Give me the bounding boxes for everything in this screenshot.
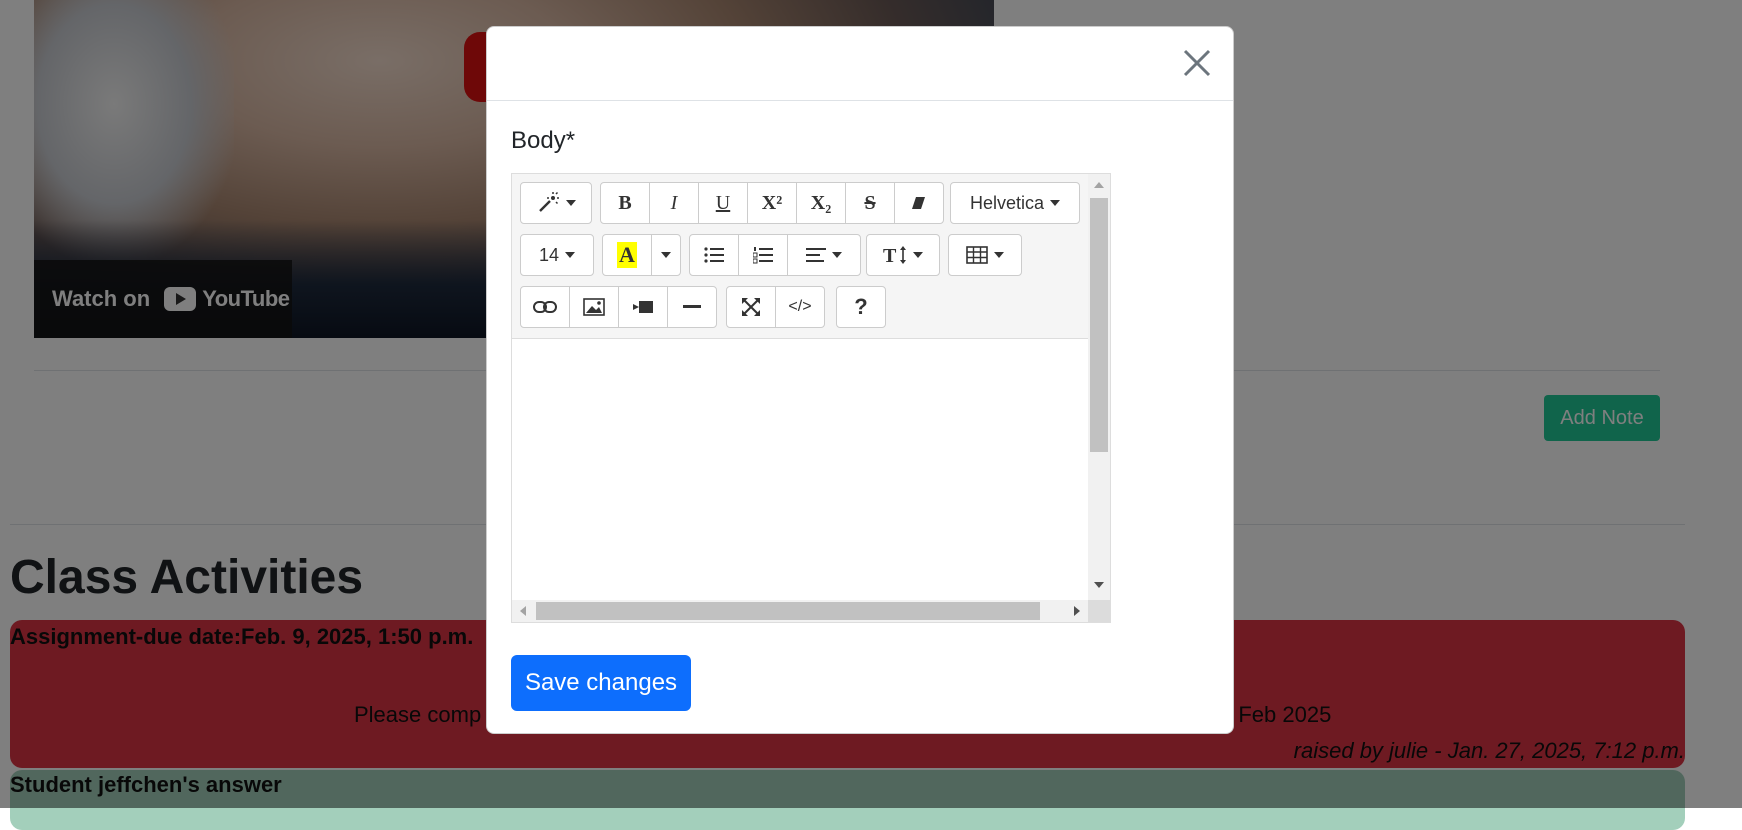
modal-body: Body* [511, 127, 575, 155]
insert-picture-button[interactable] [569, 286, 619, 328]
style-dropdown[interactable] [520, 182, 592, 224]
chevron-down-icon [661, 252, 671, 258]
color-dropdown-button[interactable] [651, 234, 681, 276]
underline-button[interactable]: U [698, 182, 748, 224]
bullet-list-icon [704, 247, 724, 263]
chevron-down-icon [565, 252, 576, 258]
font-name-group: Helvetica [950, 182, 1080, 224]
style-group [520, 182, 592, 224]
text-height-icon: T [883, 245, 906, 265]
video-icon [633, 301, 653, 313]
view-group: </> [726, 286, 825, 328]
eraser-icon [912, 197, 925, 209]
scroll-right-icon[interactable] [1074, 606, 1080, 616]
subscript-button[interactable]: X₂ [796, 182, 846, 224]
chevron-down-icon [994, 252, 1004, 258]
table-icon [966, 246, 988, 264]
editor-content-area[interactable] [512, 339, 1090, 599]
help-group: ? [836, 286, 886, 328]
vertical-scrollbar[interactable] [1088, 174, 1110, 600]
fullscreen-button[interactable] [726, 286, 776, 328]
magic-wand-icon [539, 191, 559, 212]
strikethrough-button[interactable]: S [845, 182, 895, 224]
close-button[interactable] [1179, 45, 1215, 81]
scrollbar-corner [1088, 600, 1110, 622]
svg-text:T: T [883, 245, 897, 265]
paragraph-group [689, 234, 861, 276]
chevron-down-icon [832, 252, 842, 258]
italic-button[interactable]: I [649, 182, 699, 224]
line-height-dropdown[interactable]: T [866, 234, 940, 276]
align-left-icon [806, 248, 826, 262]
image-icon [583, 298, 605, 316]
close-icon [1183, 49, 1211, 77]
chevron-down-icon [1050, 200, 1061, 206]
chevron-down-icon [913, 252, 923, 258]
help-button[interactable]: ? [836, 286, 886, 328]
table-group [948, 234, 1022, 276]
scroll-down-icon[interactable] [1094, 582, 1104, 588]
scrollbar-thumb[interactable] [1090, 198, 1108, 452]
table-dropdown[interactable] [948, 234, 1022, 276]
font-size-group: 14 [520, 234, 594, 276]
font-size-dropdown[interactable]: 14 [520, 234, 594, 276]
link-icon [533, 301, 557, 313]
edit-note-modal: Body* B I U X² X₂ S Helvetica 14 A T </>… [486, 26, 1234, 734]
horizontal-rule-button[interactable] [667, 286, 717, 328]
superscript-button[interactable]: X² [747, 182, 797, 224]
paragraph-align-dropdown[interactable] [787, 234, 861, 276]
font-format-group: B I U X² X₂ S [600, 182, 944, 224]
rich-text-editor: B I U X² X₂ S Helvetica 14 A T </> ? [511, 173, 1111, 623]
scroll-up-icon[interactable] [1094, 182, 1104, 188]
modal-header [487, 27, 1233, 101]
insert-video-button[interactable] [618, 286, 668, 328]
font-name-label: Helvetica [969, 192, 1045, 213]
numbered-list-icon [753, 247, 773, 264]
highlight-color-button[interactable]: A [602, 234, 652, 276]
chevron-down-icon [566, 200, 576, 206]
font-name-dropdown[interactable]: Helvetica [950, 182, 1080, 224]
horizontal-scrollbar[interactable] [512, 600, 1090, 622]
code-view-button[interactable]: </> [775, 286, 825, 328]
line-height-group: T [866, 234, 940, 276]
insert-link-button[interactable] [520, 286, 570, 328]
text-color-icon: A [617, 242, 637, 268]
body-field-label: Body* [511, 127, 576, 154]
expand-icon [742, 298, 760, 316]
bold-button[interactable]: B [600, 182, 650, 224]
page: Watch on YouTube Add Note Class Activiti… [0, 0, 1742, 830]
ordered-list-button[interactable] [738, 234, 788, 276]
unordered-list-button[interactable] [689, 234, 739, 276]
scrollbar-thumb[interactable] [536, 602, 1040, 620]
clear-format-button[interactable] [894, 182, 944, 224]
editor-toolbar: B I U X² X₂ S Helvetica 14 A T </> ? [512, 174, 1090, 339]
minus-icon [683, 305, 701, 308]
color-group: A [602, 234, 681, 276]
save-changes-button[interactable]: Save changes [511, 655, 691, 711]
font-size-label: 14 [538, 244, 560, 265]
scroll-left-icon[interactable] [520, 606, 526, 616]
insert-group [520, 286, 717, 328]
